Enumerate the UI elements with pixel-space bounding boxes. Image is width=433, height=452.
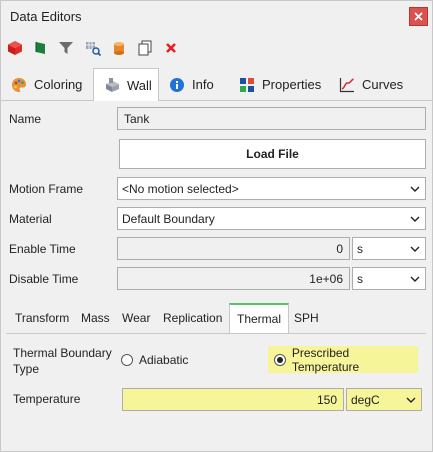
orange-cylinder-icon <box>114 42 124 55</box>
subtab-replication[interactable]: Replication <box>156 303 229 333</box>
disable-time-field[interactable]: 1e+06 <box>117 267 350 290</box>
prescribed-temperature-label: Prescribed Temperature <box>291 345 360 374</box>
subtab-thermal[interactable]: Thermal <box>229 303 290 333</box>
motion-frame-select[interactable]: <No motion selected> <box>117 177 426 200</box>
data-editors-window: Data Editors Coloring Wall Info Properti… <box>0 0 433 452</box>
adiabatic-radio[interactable]: Adiabatic <box>121 353 188 367</box>
material-value: Default Boundary <box>122 211 215 226</box>
tab-wall[interactable]: Wall <box>93 68 159 102</box>
filter-icon <box>59 42 73 54</box>
subtab-transform[interactable]: Transform <box>8 303 76 333</box>
delete-button[interactable] <box>161 38 181 58</box>
thermal-boundary-label-line1: Thermal Boundary <box>13 346 112 360</box>
temperature-unit-select[interactable]: degC <box>346 388 422 411</box>
chevron-down-icon <box>410 246 420 252</box>
main-tabs: Coloring Wall Info Properties Curves <box>1 68 432 102</box>
chevron-down-icon <box>410 276 420 282</box>
close-button[interactable] <box>409 7 428 26</box>
tab-curves[interactable]: Curves <box>329 68 413 101</box>
window-title: Data Editors <box>10 9 82 24</box>
temperature-unit: degC <box>351 392 380 407</box>
tab-info[interactable]: Info <box>159 68 229 101</box>
tab-wall-label: Wall <box>127 77 152 93</box>
enable-time-label: Enable Time <box>9 242 76 256</box>
flag-button[interactable] <box>31 38 51 58</box>
subtab-mass[interactable]: Mass <box>74 303 117 333</box>
toolbar <box>1 35 432 61</box>
tab-curves-label: Curves <box>362 77 404 92</box>
close-icon <box>414 12 423 21</box>
add-geometry-button[interactable] <box>5 38 25 58</box>
red-cube-icon <box>8 41 22 55</box>
motion-frame-value: <No motion selected> <box>122 181 239 196</box>
disable-time-unit-select[interactable]: s <box>352 267 426 290</box>
curves-icon <box>339 77 354 92</box>
chevron-down-icon <box>410 186 420 192</box>
tab-coloring-label: Coloring <box>34 77 83 92</box>
thermal-panel: Thermal Boundary Type Adiabatic Prescrib… <box>6 333 426 425</box>
subtab-wear[interactable]: Wear <box>115 303 157 333</box>
filter-button[interactable] <box>56 38 76 58</box>
info-icon <box>170 77 184 92</box>
search-grid-button[interactable] <box>83 38 103 58</box>
sub-tabs: Transform Mass Wear Replication Thermal … <box>6 303 426 333</box>
motion-frame-label: Motion Frame <box>9 182 84 196</box>
disable-time-label: Disable Time <box>9 272 79 286</box>
load-file-button[interactable]: Load File <box>119 139 426 169</box>
thermal-boundary-label-line2: Type <box>13 362 40 376</box>
tab-info-label: Info <box>192 77 214 92</box>
prescribed-temperature-radio[interactable]: Prescribed Temperature <box>268 345 418 374</box>
temperature-label: Temperature <box>13 392 81 406</box>
chevron-down-icon <box>410 216 420 222</box>
material-label: Material <box>9 212 52 226</box>
enable-time-field[interactable]: 0 <box>117 237 350 260</box>
temperature-field[interactable]: 150 <box>122 388 344 411</box>
search-grid-icon <box>86 42 101 56</box>
material-select[interactable]: Default Boundary <box>117 207 426 230</box>
tab-properties[interactable]: Properties <box>229 68 329 101</box>
enable-time-unit: s <box>357 241 363 256</box>
delete-icon <box>166 43 176 53</box>
radio-checked <box>274 353 286 366</box>
disable-time-unit: s <box>357 271 363 286</box>
tab-coloring[interactable]: Coloring <box>1 68 91 101</box>
properties-icon <box>240 77 254 92</box>
tab-properties-label: Properties <box>262 77 322 92</box>
name-field[interactable]: Tank <box>117 107 426 130</box>
palette-icon <box>12 77 26 92</box>
title-bar: Data Editors <box>1 1 432 31</box>
copy-button[interactable] <box>135 38 155 58</box>
wall-icon <box>106 78 119 92</box>
adiabatic-label: Adiabatic <box>139 353 189 367</box>
subtab-sph[interactable]: SPH <box>287 303 326 333</box>
copy-icon <box>138 40 152 56</box>
radio-unchecked <box>121 354 133 366</box>
chevron-down-icon <box>406 397 416 403</box>
enable-time-unit-select[interactable]: s <box>352 237 426 260</box>
cylinder-button[interactable] <box>109 38 129 58</box>
name-label: Name <box>9 112 42 126</box>
green-flag-icon <box>35 42 45 54</box>
